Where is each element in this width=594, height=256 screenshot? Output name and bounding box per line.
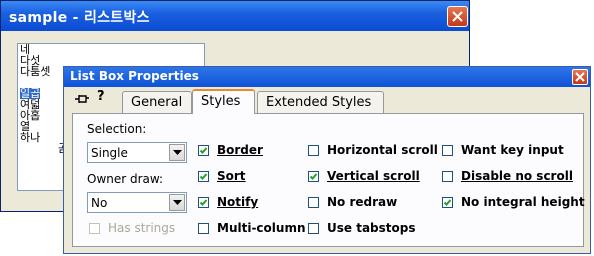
checkmark-icon <box>199 147 208 154</box>
use-tabstops-checkbox[interactable]: Use tabstops <box>308 221 438 238</box>
owner-draw-label: Owner draw: <box>87 172 164 186</box>
notify-box <box>198 197 209 208</box>
use-tabstops-box <box>308 223 319 234</box>
no-redraw-box <box>308 197 319 208</box>
checkmark-icon <box>199 173 208 180</box>
horizontal-scroll-box <box>308 145 319 156</box>
border-checkbox[interactable]: Border <box>198 143 278 160</box>
sample-window-title: sample - 리스트박스 <box>9 10 150 26</box>
help-icon[interactable]: ? <box>97 89 105 104</box>
border-label: Border <box>217 143 263 157</box>
list-item[interactable]: 다툼셋 <box>20 66 50 77</box>
selection-dropdown-button[interactable] <box>169 144 185 161</box>
multi-column-box <box>198 223 209 234</box>
list-item[interactable]: 하나 <box>20 132 40 143</box>
no-integral-height-box <box>442 197 453 208</box>
list-box-properties-dialog: List Box Properties ? General Styles Ext… <box>63 66 591 254</box>
use-tabstops-label: Use tabstops <box>327 221 416 235</box>
dialog-close-button[interactable] <box>572 69 588 85</box>
notify-label: Notify <box>217 195 259 209</box>
checkmark-icon <box>309 173 318 180</box>
dialog-title: List Box Properties <box>70 69 199 83</box>
horizontal-scroll-label: Horizontal scroll <box>327 143 438 157</box>
sort-box <box>198 171 209 182</box>
sample-window-close-button[interactable] <box>447 6 468 27</box>
want-key-input-box <box>442 145 453 156</box>
styles-panel: Selection: Single Owner draw: No Has str… <box>72 113 585 247</box>
checkmark-icon <box>199 199 208 206</box>
disable-no-scroll-checkbox[interactable]: Disable no scroll <box>442 169 577 186</box>
selection-label: Selection: <box>87 122 147 136</box>
has-strings-label: Has strings <box>108 221 176 235</box>
want-key-input-label: Want key input <box>461 143 564 157</box>
has-strings-checkbox[interactable]: Has strings <box>89 221 199 238</box>
no-integral-height-label: No integral height <box>461 195 585 209</box>
tab-extended-styles[interactable]: Extended Styles <box>257 91 384 113</box>
dropdown-arrow-icon <box>173 150 182 155</box>
owner-draw-dropdown[interactable]: No <box>87 192 187 213</box>
tab-general[interactable]: General <box>122 91 192 113</box>
disable-no-scroll-box <box>442 171 453 182</box>
vertical-scroll-label: Vertical scroll <box>327 169 420 183</box>
selection-value: Single <box>91 146 128 160</box>
dialog-titlebar[interactable]: List Box Properties <box>64 67 590 87</box>
no-redraw-checkbox[interactable]: No redraw <box>308 195 438 212</box>
close-icon <box>575 72 585 82</box>
sort-checkbox[interactable]: Sort <box>198 169 278 186</box>
dropdown-arrow-icon <box>173 200 182 205</box>
border-box <box>198 145 209 156</box>
close-icon <box>452 11 463 22</box>
owner-draw-value: No <box>91 196 108 210</box>
sort-label: Sort <box>217 169 246 183</box>
has-strings-box <box>89 223 100 234</box>
no-integral-height-checkbox[interactable]: No integral height <box>442 195 585 212</box>
notify-checkbox[interactable]: Notify <box>198 195 278 212</box>
want-key-input-checkbox[interactable]: Want key input <box>442 143 577 160</box>
no-redraw-label: No redraw <box>327 195 398 209</box>
sample-window-titlebar[interactable]: sample - 리스트박스 <box>1 1 469 31</box>
checkmark-icon <box>443 199 452 206</box>
tab-styles[interactable]: Styles <box>192 89 255 114</box>
multi-column-checkbox[interactable]: Multi-column <box>198 221 308 238</box>
vertical-scroll-box <box>308 171 319 182</box>
selection-dropdown[interactable]: Single <box>87 142 187 163</box>
horizontal-scroll-checkbox[interactable]: Horizontal scroll <box>308 143 438 160</box>
owner-draw-dropdown-button[interactable] <box>169 194 185 211</box>
disable-no-scroll-label: Disable no scroll <box>461 169 573 183</box>
vertical-scroll-checkbox[interactable]: Vertical scroll <box>308 169 438 186</box>
pin-icon[interactable] <box>74 92 90 106</box>
multi-column-label: Multi-column <box>217 221 306 235</box>
